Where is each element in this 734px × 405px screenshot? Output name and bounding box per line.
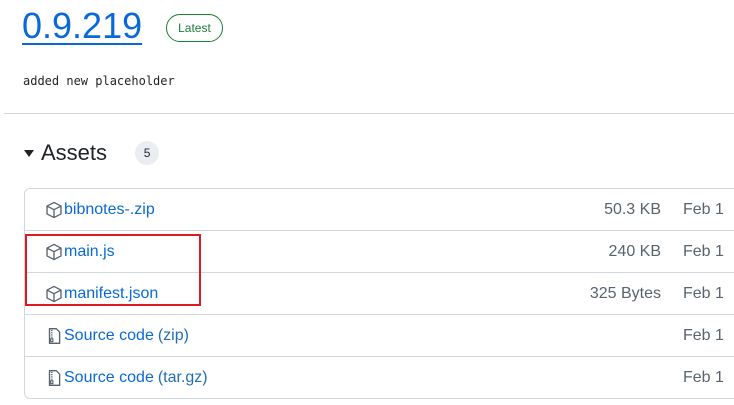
assets-toggle[interactable]: Assets 5 [24, 139, 160, 167]
asset-format: (tar.gz) [157, 369, 208, 386]
asset-row: bibnotes-.zip 50.3 KB Feb 1 [25, 189, 734, 230]
package-icon [45, 201, 63, 219]
asset-date: Feb 1 [683, 243, 724, 260]
asset-date: Feb 1 [683, 369, 724, 386]
caret-down-icon [24, 150, 34, 157]
assets-list: bibnotes-.zip 50.3 KB Feb 1 main.js 240 … [24, 188, 734, 399]
divider [4, 113, 734, 114]
asset-row: Source code (zip) Feb 1 [25, 314, 734, 356]
release-version-link[interactable]: 0.9.219 [22, 4, 142, 48]
asset-row: main.js 240 KB Feb 1 [25, 230, 734, 272]
asset-name: Source code [64, 369, 154, 386]
asset-row: manifest.json 325 Bytes Feb 1 [25, 272, 734, 314]
release-header: 0.9.219 Latest [22, 4, 223, 48]
asset-name: bibnotes-.zip [64, 201, 155, 218]
package-icon [45, 243, 63, 261]
asset-link-source-code-targz[interactable]: Source code (tar.gz) [45, 357, 208, 399]
assets-title: Assets [41, 140, 108, 165]
asset-size: 325 Bytes [589, 285, 661, 302]
asset-name: Source code [64, 327, 154, 344]
asset-date: Feb 1 [683, 201, 724, 218]
asset-size: 50.3 KB [604, 201, 661, 218]
asset-date: Feb 1 [683, 285, 724, 302]
release-notes: added new placeholder [23, 74, 175, 88]
asset-row: Source code (tar.gz) Feb 1 [25, 356, 734, 398]
asset-date: Feb 1 [683, 327, 724, 344]
asset-link-source-code-zip[interactable]: Source code (zip) [45, 315, 189, 357]
package-icon [45, 285, 63, 303]
file-zip-icon [45, 327, 63, 345]
asset-name: manifest.json [64, 285, 159, 302]
asset-link-main-js[interactable]: main.js [45, 231, 115, 273]
asset-link-manifest-json[interactable]: manifest.json [45, 273, 158, 315]
asset-format: (zip) [157, 327, 189, 344]
assets-count-badge: 5 [135, 141, 160, 165]
file-zip-icon [45, 369, 63, 387]
asset-size: 240 KB [608, 243, 661, 260]
release-page: 0.9.219 Latest added new placeholder Ass… [0, 0, 734, 405]
asset-name: main.js [64, 243, 115, 260]
latest-badge: Latest [166, 14, 223, 42]
asset-link-bibnotes-zip[interactable]: bibnotes-.zip [45, 189, 155, 231]
